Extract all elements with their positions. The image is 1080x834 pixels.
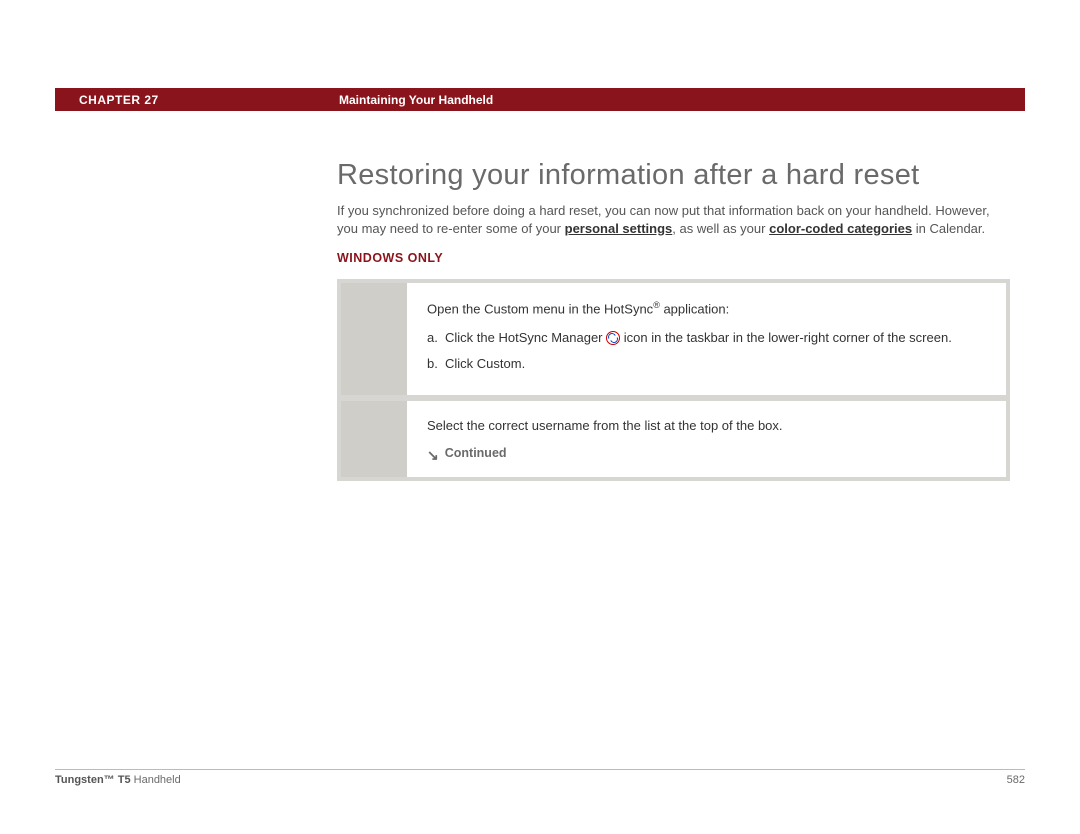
intro-paragraph: If you synchronized before doing a hard … — [337, 202, 1010, 237]
steps-container: Open the Custom menu in the HotSync® app… — [337, 279, 1010, 481]
product-name: Tungsten™ T5 Handheld — [55, 774, 181, 786]
step-2-text: Select the correct username from the lis… — [427, 417, 988, 435]
page-footer: Tungsten™ T5 Handheld 582 — [55, 769, 1025, 786]
substep-b: b. Click Custom. — [427, 355, 988, 373]
step-1: Open the Custom menu in the HotSync® app… — [341, 283, 1006, 395]
step-number-column — [341, 401, 407, 477]
continued-label: Continued — [445, 445, 507, 463]
registered-symbol: ® — [653, 300, 660, 310]
substep-a: a. Click the HotSync Manager icon in the… — [427, 329, 988, 347]
page-number: 582 — [1007, 774, 1025, 786]
continued-indicator: ↘ Continued — [427, 445, 988, 463]
chapter-label: CHAPTER 27 — [55, 93, 339, 107]
step-2: Select the correct username from the lis… — [341, 401, 1006, 477]
substep-a-marker: a. — [427, 329, 445, 347]
page-title: Restoring your information after a hard … — [337, 159, 1010, 192]
substep-b-text: Click Custom. — [445, 355, 988, 373]
hotsync-icon — [606, 331, 620, 345]
header-bar: CHAPTER 27 Maintaining Your Handheld — [55, 88, 1025, 111]
substep-b-marker: b. — [427, 355, 445, 373]
step-1-substeps: a. Click the HotSync Manager icon in the… — [427, 329, 988, 373]
step-2-body: Select the correct username from the lis… — [407, 401, 1006, 477]
main-content: Restoring your information after a hard … — [337, 111, 1025, 481]
intro-text-post: in Calendar. — [912, 221, 985, 236]
section-title: Maintaining Your Handheld — [339, 93, 1025, 107]
link-personal-settings[interactable]: personal settings — [565, 221, 673, 236]
step-1-body: Open the Custom menu in the HotSync® app… — [407, 283, 1006, 395]
platform-subheading: WINDOWS ONLY — [337, 251, 1010, 265]
step-number-column — [341, 283, 407, 395]
link-color-coded-categories[interactable]: color-coded categories — [769, 221, 912, 236]
continued-arrow-icon: ↘ — [427, 448, 439, 462]
intro-text-mid: , as well as your — [672, 221, 769, 236]
step-1-lead: Open the Custom menu in the HotSync® app… — [427, 299, 988, 319]
substep-a-text: Click the HotSync Manager icon in the ta… — [445, 329, 988, 347]
